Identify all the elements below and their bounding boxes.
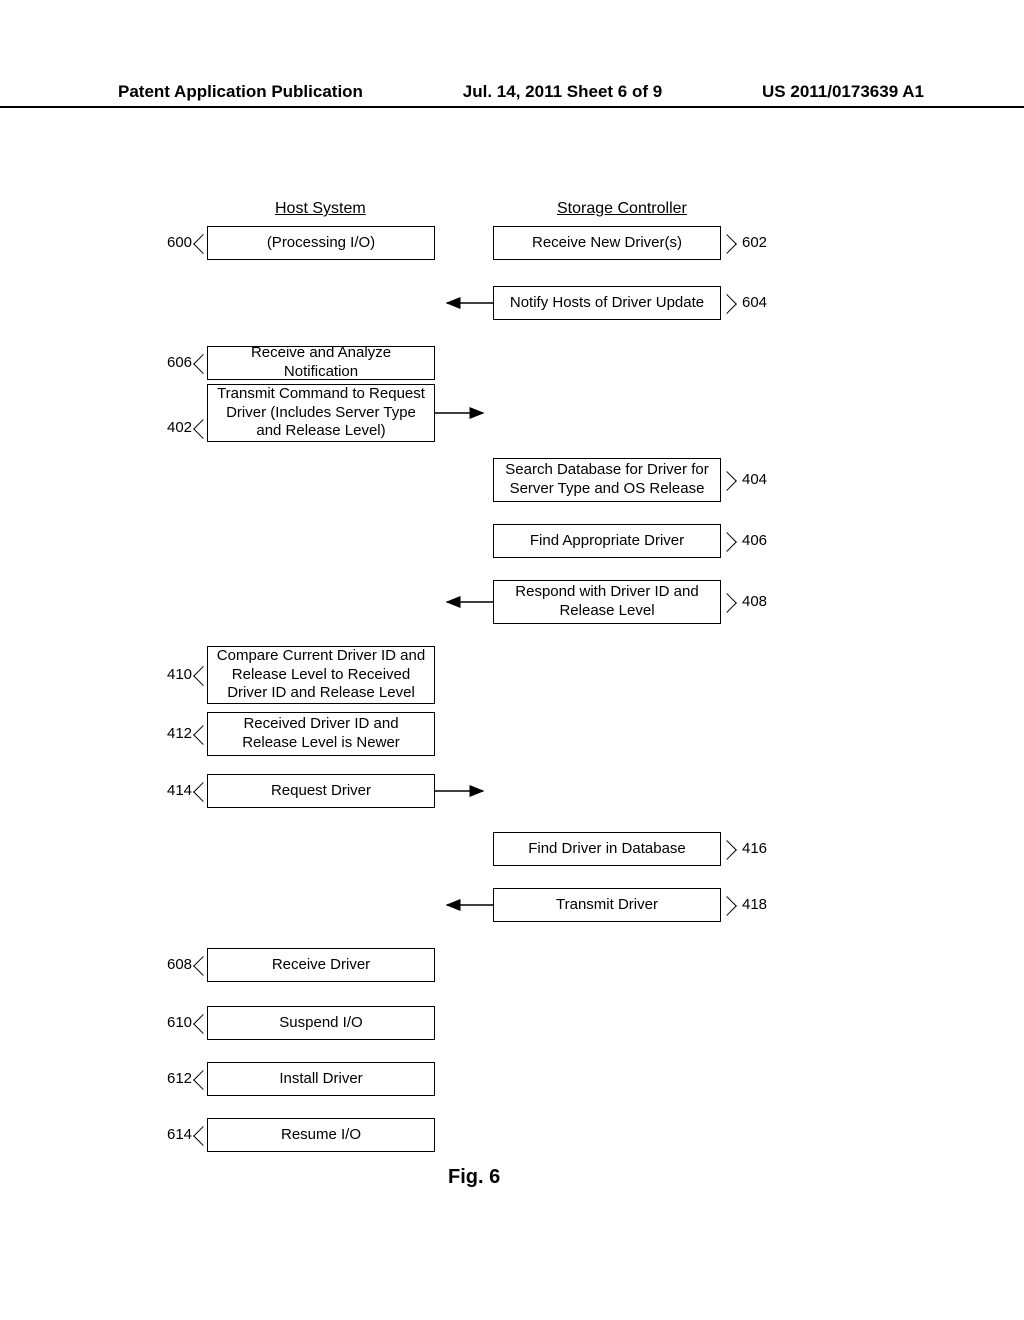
- ref-604: 604: [742, 294, 767, 311]
- box-410: Compare Current Driver ID and Release Le…: [207, 646, 435, 704]
- ref-404: 404: [742, 471, 767, 488]
- header-center: Jul. 14, 2011 Sheet 6 of 9: [463, 82, 662, 102]
- header-left: Patent Application Publication: [118, 82, 363, 102]
- box-610: Suspend I/O: [207, 1006, 435, 1040]
- ref-410: 410: [167, 666, 192, 683]
- host-column-header: Host System: [275, 200, 366, 218]
- ref-600: 600: [167, 234, 192, 251]
- arrows-layer: [0, 200, 1024, 1300]
- header-right: US 2011/0173639 A1: [762, 82, 924, 102]
- box-416: Find Driver in Database: [493, 832, 721, 866]
- box-404: Search Database for Driver for Server Ty…: [493, 458, 721, 502]
- figure-caption: Fig. 6: [448, 1166, 500, 1189]
- box-408: Respond with Driver ID and Release Level: [493, 580, 721, 624]
- box-602: Receive New Driver(s): [493, 226, 721, 260]
- ref-602: 602: [742, 234, 767, 251]
- box-402: Transmit Command to Request Driver (Incl…: [207, 384, 435, 442]
- box-614: Resume I/O: [207, 1118, 435, 1152]
- storage-column-header: Storage Controller: [557, 200, 687, 218]
- ref-402: 402: [167, 419, 192, 436]
- box-600: (Processing I/O): [207, 226, 435, 260]
- box-414: Request Driver: [207, 774, 435, 808]
- page-header: Patent Application Publication Jul. 14, …: [0, 82, 1024, 108]
- ref-412: 412: [167, 725, 192, 742]
- ref-614: 614: [167, 1126, 192, 1143]
- box-606: Receive and Analyze Notification: [207, 346, 435, 380]
- box-418: Transmit Driver: [493, 888, 721, 922]
- ref-606: 606: [167, 354, 192, 371]
- ref-408: 408: [742, 593, 767, 610]
- ref-406: 406: [742, 532, 767, 549]
- box-406: Find Appropriate Driver: [493, 524, 721, 558]
- ref-414: 414: [167, 782, 192, 799]
- ref-610: 610: [167, 1014, 192, 1031]
- box-412: Received Driver ID and Release Level is …: [207, 712, 435, 756]
- box-612: Install Driver: [207, 1062, 435, 1096]
- ref-416: 416: [742, 840, 767, 857]
- box-608: Receive Driver: [207, 948, 435, 982]
- ref-418: 418: [742, 896, 767, 913]
- box-604: Notify Hosts of Driver Update: [493, 286, 721, 320]
- ref-608: 608: [167, 956, 192, 973]
- ref-612: 612: [167, 1070, 192, 1087]
